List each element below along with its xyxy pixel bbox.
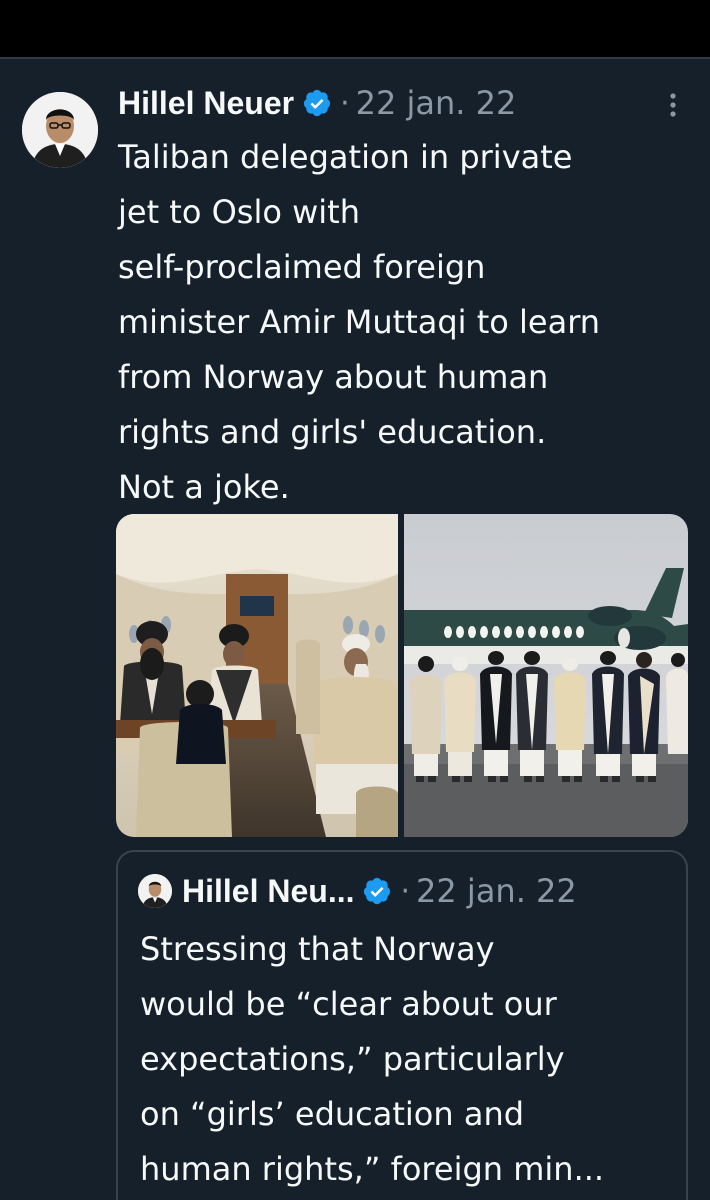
- separator-dot: ·: [400, 873, 411, 909]
- tweet-header: Hillel Neuer · 22 jan. 22: [118, 80, 516, 126]
- avatar-photo-icon: [22, 92, 98, 168]
- quoted-tweet-header: Hillel Neu... · 22 jan. 22: [138, 868, 577, 914]
- quoted-tweet-text: Stressing that Norway would be “clear ab…: [140, 930, 605, 1188]
- author-name[interactable]: Hillel Neuer: [118, 85, 294, 122]
- separator-dot: ·: [340, 85, 350, 121]
- status-bar: [0, 0, 710, 57]
- verified-badge-icon: [302, 88, 332, 118]
- more-options-icon[interactable]: [663, 90, 683, 120]
- avatar-photo-icon: [138, 874, 172, 908]
- quoted-author-avatar: [138, 874, 172, 908]
- author-avatar[interactable]: [22, 92, 98, 168]
- tweet-date[interactable]: 22 jan. 22: [356, 84, 517, 122]
- tweet-media: [116, 514, 688, 837]
- verified-badge-icon: [362, 876, 392, 906]
- tweet-text: Taliban delegation in private jet to Osl…: [118, 138, 601, 506]
- divider: [0, 57, 710, 59]
- quoted-author-name: Hillel Neu...: [182, 872, 355, 909]
- delegation-on-tarmac-photo[interactable]: [404, 514, 688, 837]
- jet-interior-photo[interactable]: [116, 514, 398, 837]
- quoted-tweet-date: 22 jan. 22: [416, 872, 577, 910]
